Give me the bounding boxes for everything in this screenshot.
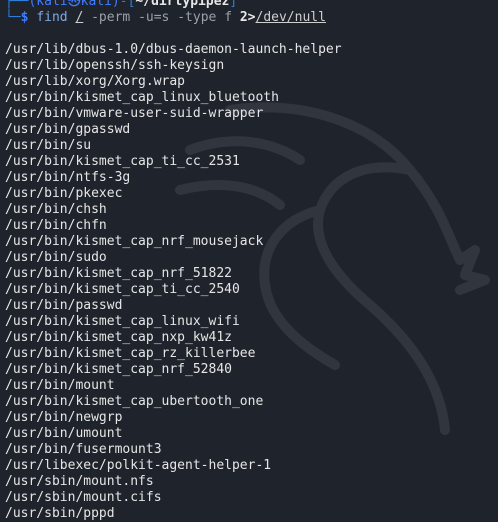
command-opt-perm: -perm [91,10,131,25]
output-line: /usr/bin/kismet_cap_linux_wifi [5,314,240,329]
command-devnull: /dev/null [255,10,326,25]
output-line: /usr/bin/kismet_cap_nrf_51822 [5,266,232,281]
output-line: /usr/bin/kismet_cap_linux_bluetooth [5,90,279,105]
command-opt-f: f [224,10,233,25]
output-line: /usr/bin/chsh [5,202,107,217]
output-line: /usr/bin/sudo [5,250,107,265]
command-line: └─$ find / -perm -u=s -type f 2>/dev/nul… [5,10,498,26]
prompt-user-host: (kali㉿kali) [28,0,120,9]
output-line: /usr/bin/newgrp [5,410,123,425]
prompt-dir-close: ] [229,0,238,9]
output-line: /usr/bin/chfn [5,218,107,233]
output-line: /usr/bin/fusermount3 [5,442,162,457]
prompt-corner: ┌── [5,0,29,9]
prompt-header: ┌──(kali㉿kali)-[~/dirtypipez] [5,0,498,10]
output-line: /usr/bin/kismet_cap_ti_cc_2540 [5,282,240,297]
command-arg-root: / [75,10,84,25]
command-redirect: 2> [239,10,256,25]
terminal-output: ┌──(kali㉿kali)-[~/dirtypipez] └─$ find /… [5,0,498,522]
output-line: /usr/bin/kismet_cap_nxp_kw41z [5,330,232,345]
prompt-dir-open: -[ [119,0,136,9]
output-line: /usr/sbin/mount.cifs [5,490,162,505]
output-line: /usr/bin/kismet_cap_ubertooth_one [5,394,264,409]
output-line: /usr/sbin/pppd [5,506,115,521]
command-opt-type: -type [177,10,217,25]
command-name: find [36,10,68,25]
output-line: /usr/lib/dbus-1.0/dbus-daemon-launch-hel… [5,42,342,57]
output-line: /usr/lib/openssh/ssh-keysign [5,58,225,73]
command-opt-mode: -u=s [138,10,170,25]
output-line: /usr/bin/mount [5,378,115,393]
output-line: /usr/bin/gpasswd [5,122,131,137]
output-line: /usr/bin/umount [5,426,123,441]
output-line: /usr/bin/ntfs-3g [5,170,131,185]
output-line: /usr/libexec/polkit-agent-helper-1 [5,458,272,473]
output-line: /usr/lib/xorg/Xorg.wrap [5,74,186,89]
output-line: /usr/bin/kismet_cap_nrf_52840 [5,362,232,377]
output-line: /usr/bin/pkexec [5,186,123,201]
prompt-current-dir: ~/dirtypipez [135,0,230,9]
output-line: /usr/bin/vmware-user-suid-wrapper [5,106,264,121]
output-line: /usr/sbin/mount.nfs [5,474,154,489]
output-line: /usr/bin/passwd [5,298,123,313]
prompt-branch: └─ [5,10,21,25]
output-line: /usr/bin/su [5,138,92,153]
output-line: /usr/bin/kismet_cap_rz_killerbee [5,346,256,361]
prompt-dollar: $ [20,10,29,25]
output-line: /usr/bin/kismet_cap_nrf_mousejack [5,234,264,249]
output-line: /usr/bin/kismet_cap_ti_cc_2531 [5,154,240,169]
